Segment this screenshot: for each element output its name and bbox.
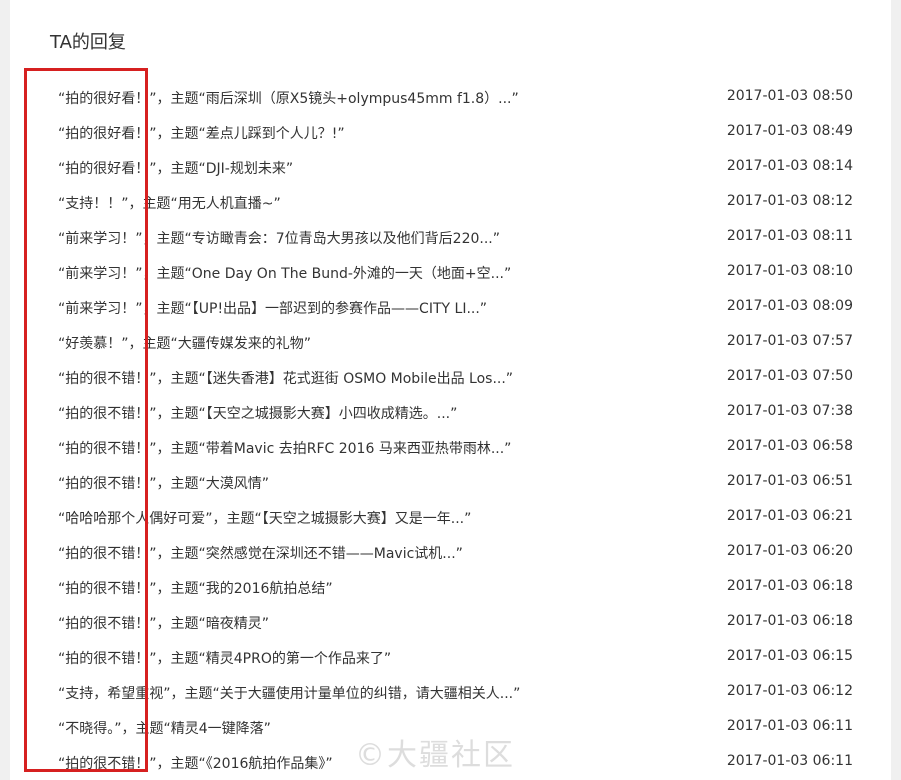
reply-timestamp: 2017-01-03 08:12 [726,193,853,209]
reply-text[interactable]: “拍的很好看！”，主题“DJI-规划未来” [58,158,293,178]
list-item[interactable]: “拍的很不错！”，主题“我的2016航拍总结” 2017-01-03 06:18 [10,569,891,604]
reply-timestamp: 2017-01-03 06:20 [726,543,853,559]
reply-text[interactable]: “好羡慕！”，主题“大疆传媒发来的礼物” [58,333,311,353]
reply-text[interactable]: “支持！！”，主题“用无人机直播~” [58,193,281,213]
list-item[interactable]: “支持，希望重视”，主题“关于大疆使用计量单位的纠错，请大疆相关人...” 201… [10,674,891,709]
reply-timestamp: 2017-01-03 08:11 [726,228,853,244]
list-item[interactable]: “前来学习！”，主题“【UP!出品】一部迟到的参赛作品——CITY LI...”… [10,289,891,324]
reply-text[interactable]: “拍的很好看！”，主题“雨后深圳（原X5镜头+olympus45mm f1.8）… [58,88,519,108]
list-item[interactable]: “拍的很好看！”，主题“差点儿踩到个人儿？!” 2017-01-03 08:49 [10,114,891,149]
reply-timestamp: 2017-01-03 06:12 [726,683,853,699]
reply-text[interactable]: “拍的很不错！”，主题“精灵4PRO的第一个作品来了” [58,648,391,668]
list-item[interactable]: “拍的很不错！”，主题“【迷失香港】花式逛街 OSMO Mobile出品 Los… [10,359,891,394]
reply-timestamp: 2017-01-03 06:18 [726,578,853,594]
reply-text[interactable]: “拍的很不错！”，主题“大漠风情” [58,473,269,493]
reply-text[interactable]: “拍的很不错！”，主题“《2016航拍作品集》” [58,753,333,773]
reply-timestamp: 2017-01-03 07:38 [726,403,853,419]
reply-text[interactable]: “哈哈哈那个人偶好可爱”，主题“【天空之城摄影大赛】又是一年...” [58,508,471,528]
reply-text[interactable]: “拍的很不错！”，主题“我的2016航拍总结” [58,578,333,598]
reply-text[interactable]: “拍的很不错！”，主题“带着Mavic 去拍RFC 2016 马来西亚热带雨林.… [58,438,511,458]
reply-timestamp: 2017-01-03 07:50 [726,368,853,384]
reply-timestamp: 2017-01-03 06:11 [726,718,853,734]
reply-list: “拍的很好看！”，主题“雨后深圳（原X5镜头+olympus45mm f1.8）… [10,79,891,779]
list-item[interactable]: “拍的很不错！”，主题“带着Mavic 去拍RFC 2016 马来西亚热带雨林.… [10,429,891,464]
list-item[interactable]: “拍的很不错！”，主题“【天空之城摄影大赛】小四收成精选。...” 2017-01… [10,394,891,429]
list-item[interactable]: “哈哈哈那个人偶好可爱”，主题“【天空之城摄影大赛】又是一年...” 2017-0… [10,499,891,534]
reply-text[interactable]: “前来学习！”，主题“One Day On The Bund-外滩的一天（地面+… [58,263,511,283]
list-item[interactable]: “前来学习！”，主题“One Day On The Bund-外滩的一天（地面+… [10,254,891,289]
reply-text[interactable]: “不晓得。”，主题“精灵4一键降落” [58,718,271,738]
list-item[interactable]: “拍的很不错！”，主题“突然感觉在深圳还不错——Mavic试机...” 2017-… [10,534,891,569]
reply-timestamp: 2017-01-03 06:58 [726,438,853,454]
list-item[interactable]: “拍的很好看！”，主题“雨后深圳（原X5镜头+olympus45mm f1.8）… [10,79,891,114]
list-item[interactable]: “拍的很好看！”，主题“DJI-规划未来” 2017-01-03 08:14 [10,149,891,184]
list-item[interactable]: “不晓得。”，主题“精灵4一键降落” 2017-01-03 06:11 [10,709,891,744]
reply-text[interactable]: “拍的很不错！”，主题“突然感觉在深圳还不错——Mavic试机...” [58,543,463,563]
reply-timestamp: 2017-01-03 06:51 [726,473,853,489]
list-item[interactable]: “支持！！”，主题“用无人机直播~” 2017-01-03 08:12 [10,184,891,219]
list-item[interactable]: “拍的很不错！”，主题“《2016航拍作品集》” 2017-01-03 06:11 [10,744,891,779]
reply-timestamp: 2017-01-03 06:15 [726,648,853,664]
reply-timestamp: 2017-01-03 06:21 [726,508,853,524]
reply-timestamp: 2017-01-03 08:49 [726,123,853,139]
reply-timestamp: 2017-01-03 07:57 [726,333,853,349]
list-item[interactable]: “前来学习！”，主题“专访瞰青会：7位青岛大男孩以及他们背后220...” 201… [10,219,891,254]
reply-timestamp: 2017-01-03 08:14 [726,158,853,174]
reply-timestamp: 2017-01-03 08:10 [726,263,853,279]
reply-text[interactable]: “支持，希望重视”，主题“关于大疆使用计量单位的纠错，请大疆相关人...” [58,683,520,703]
replies-panel: TA的回复 “拍的很好看！”，主题“雨后深圳（原X5镜头+olympus45mm… [10,0,891,780]
section-title: TA的回复 [50,32,126,53]
list-item[interactable]: “拍的很不错！”，主题“暗夜精灵” 2017-01-03 06:18 [10,604,891,639]
reply-timestamp: 2017-01-03 06:11 [726,753,853,769]
reply-text[interactable]: “拍的很好看！”，主题“差点儿踩到个人儿？!” [58,123,345,143]
reply-text[interactable]: “拍的很不错！”，主题“【迷失香港】花式逛街 OSMO Mobile出品 Los… [58,368,513,388]
reply-text[interactable]: “拍的很不错！”，主题“暗夜精灵” [58,613,269,633]
reply-text[interactable]: “前来学习！”，主题“【UP!出品】一部迟到的参赛作品——CITY LI...” [58,298,487,318]
reply-timestamp: 2017-01-03 08:50 [726,88,853,104]
reply-timestamp: 2017-01-03 06:18 [726,613,853,629]
list-item[interactable]: “好羡慕！”，主题“大疆传媒发来的礼物” 2017-01-03 07:57 [10,324,891,359]
list-item[interactable]: “拍的很不错！”，主题“精灵4PRO的第一个作品来了” 2017-01-03 06… [10,639,891,674]
reply-text[interactable]: “拍的很不错！”，主题“【天空之城摄影大赛】小四收成精选。...” [58,403,457,423]
reply-timestamp: 2017-01-03 08:09 [726,298,853,314]
list-item[interactable]: “拍的很不错！”，主题“大漠风情” 2017-01-03 06:51 [10,464,891,499]
reply-text[interactable]: “前来学习！”，主题“专访瞰青会：7位青岛大男孩以及他们背后220...” [58,228,500,248]
